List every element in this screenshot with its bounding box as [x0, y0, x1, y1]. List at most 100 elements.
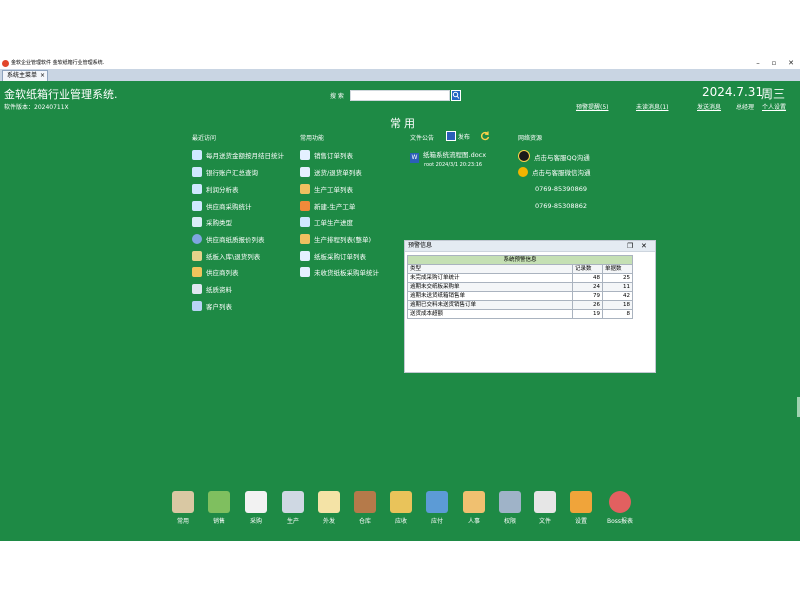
receivable-icon — [390, 491, 412, 513]
truck-icon — [192, 267, 202, 277]
table-row[interactable]: 逾期已交料未送货销售订单 26 18 — [407, 300, 633, 310]
common-item[interactable]: 送货/退货单列表 — [300, 167, 362, 179]
send-message-link[interactable]: 发送消息 — [697, 102, 721, 111]
list-icon — [300, 267, 310, 277]
recent-item[interactable]: 纸板入库\退货列表 — [192, 251, 260, 263]
file-meta: root 2024/3/1 20:23:16 — [424, 162, 483, 168]
word-file-icon: W — [410, 153, 419, 163]
common-item[interactable]: 未收货纸板采购单统计 — [300, 267, 379, 279]
dock-item-purchase[interactable]: 采购 — [241, 491, 271, 525]
dock-item-files[interactable]: 文件 — [530, 491, 560, 525]
list-icon — [300, 167, 310, 177]
dock-item-sales[interactable]: 销售 — [204, 491, 234, 525]
unread-messages-link[interactable]: 未读消息(1) — [636, 102, 669, 111]
new-order-icon — [300, 201, 310, 211]
search-input[interactable] — [350, 90, 450, 101]
factory-icon — [300, 234, 310, 244]
publish-button[interactable]: 发布 — [446, 131, 470, 141]
search-button[interactable] — [451, 90, 461, 101]
chart-icon — [300, 217, 310, 227]
software-version: 软件版本：20240711X — [4, 104, 69, 111]
alert-panel: 预警信息 ❐ ✕ 系统预警信息 类型 记录数 单据数 未完成采购订单统计 48 25… — [404, 240, 656, 373]
users-icon — [192, 301, 202, 311]
recent-item[interactable]: 纸质资料 — [192, 284, 232, 296]
common-item[interactable]: 工单生产进度 — [300, 217, 353, 229]
grid-icon — [192, 217, 202, 227]
common-item[interactable]: 生产排程列表(整单) — [300, 234, 371, 246]
close-icon[interactable]: ✕ — [641, 241, 647, 251]
dock-item-common[interactable]: 常用 — [168, 491, 198, 525]
dock-item-outsource[interactable]: 外发 — [314, 491, 344, 525]
maximize-button[interactable]: ▫ — [766, 58, 782, 69]
main-panel: 金软纸箱行业管理系统. 软件版本：20240711X 搜 索 2024.7.31… — [0, 81, 800, 541]
module-dock: 常用 销售 采购 生产 外发 仓库 应收 应付 人事 权限 文件 设置 Boss… — [168, 491, 638, 531]
table-row[interactable]: 送货成本超额 19 8 — [407, 309, 633, 319]
dock-item-permission[interactable]: 权限 — [495, 491, 525, 525]
sales-chart-icon — [208, 491, 230, 513]
recent-item[interactable]: 利润分析表 — [192, 184, 239, 196]
search-icon — [452, 91, 460, 99]
recent-item[interactable]: 采购类型 — [192, 217, 232, 229]
common-item[interactable]: 销售订单列表 — [300, 150, 353, 162]
wechat-support-link[interactable]: 点击与客服微信沟通 — [518, 167, 591, 177]
map-icon — [172, 491, 194, 513]
user-role: 总经理 — [736, 104, 755, 111]
minimize-button[interactable]: – — [750, 58, 766, 69]
tab-main-menu-label: 系统主菜单 — [7, 72, 38, 79]
dock-item-receivable[interactable]: 应收 — [386, 491, 416, 525]
alert-table-caption: 系统预警信息 — [407, 255, 633, 265]
alert-table: 系统预警信息 类型 记录数 单据数 未完成采购订单统计 48 25 逾期未交纸板采购… — [407, 255, 633, 319]
dock-item-hr[interactable]: 人事 — [459, 491, 489, 525]
globe-icon — [192, 234, 202, 244]
dock-item-boss-report[interactable]: Boss报表 — [602, 491, 638, 525]
tab-main-menu[interactable]: 系统主菜单 × — [2, 70, 49, 81]
column-header: 单据数 — [602, 264, 633, 274]
table-row[interactable]: 未完成采购订单统计 48 25 — [407, 273, 633, 283]
network-resources-heading: 网络资源 — [518, 135, 543, 142]
file-link[interactable]: W 纸箱系统流程图.docx — [410, 149, 486, 163]
recent-item[interactable]: 客户列表 — [192, 301, 232, 313]
tab-close-icon[interactable]: × — [40, 71, 45, 81]
factory-icon — [300, 184, 310, 194]
close-window-button[interactable]: ✕ — [783, 58, 799, 69]
warnings-link[interactable]: 预警提醒(5) — [576, 102, 609, 111]
chart-icon — [192, 201, 202, 211]
common-item[interactable]: 生产工单列表 — [300, 184, 353, 196]
recent-item[interactable]: 供应商采购统计 — [192, 201, 252, 213]
tools-icon — [570, 491, 592, 513]
table-row[interactable]: 逾期未交纸板采购单 24 11 — [407, 282, 633, 292]
file-notice-heading: 文件公告 — [410, 135, 435, 142]
current-weekday: 周三 — [761, 87, 786, 101]
chart-icon — [192, 184, 202, 194]
database-icon — [192, 284, 202, 294]
alert-panel-title: 预警信息 — [408, 242, 433, 249]
section-title: 常用 — [390, 117, 418, 130]
dock-item-warehouse[interactable]: 仓库 — [350, 491, 380, 525]
refresh-icon[interactable] — [480, 131, 490, 141]
dock-item-production[interactable]: 生产 — [278, 491, 308, 525]
clock-doc-icon — [282, 491, 304, 513]
column-header: 记录数 — [572, 264, 603, 274]
qq-support-link[interactable]: 点击与客服QQ沟通 — [518, 150, 590, 162]
restore-icon[interactable]: ❐ — [627, 241, 633, 251]
file-icon — [534, 491, 556, 513]
box-icon — [354, 491, 376, 513]
common-item[interactable]: 新建-生产工单 — [300, 201, 355, 213]
list-icon — [300, 251, 310, 261]
recent-item[interactable]: 供应商列表 — [192, 267, 239, 279]
dock-item-payable[interactable]: 应付 — [422, 491, 452, 525]
dock-item-settings[interactable]: 设置 — [566, 491, 596, 525]
personal-settings-link[interactable]: 个人设置 — [762, 102, 786, 111]
system-title: 金软纸箱行业管理系统. — [4, 88, 118, 101]
recent-access-heading: 最近访问 — [192, 135, 217, 142]
common-item[interactable]: 纸板采购订单列表 — [300, 251, 366, 263]
purchase-doc-icon — [245, 491, 267, 513]
chart-icon — [192, 167, 202, 177]
publish-label: 发布 — [457, 134, 470, 141]
window-title: 金软企业管理软件 金软纸箱行业管理系统. — [11, 60, 105, 66]
table-row[interactable]: 逾期未送货纸箱销售单 79 42 — [407, 291, 633, 301]
recent-item[interactable]: 供应商纸质报价列表 — [192, 234, 265, 246]
current-date: 2024.7.31 — [702, 85, 764, 99]
recent-item[interactable]: 银行账户汇总查询 — [192, 167, 258, 179]
recent-item[interactable]: 每月送货金额按月结日统计 — [192, 150, 284, 162]
